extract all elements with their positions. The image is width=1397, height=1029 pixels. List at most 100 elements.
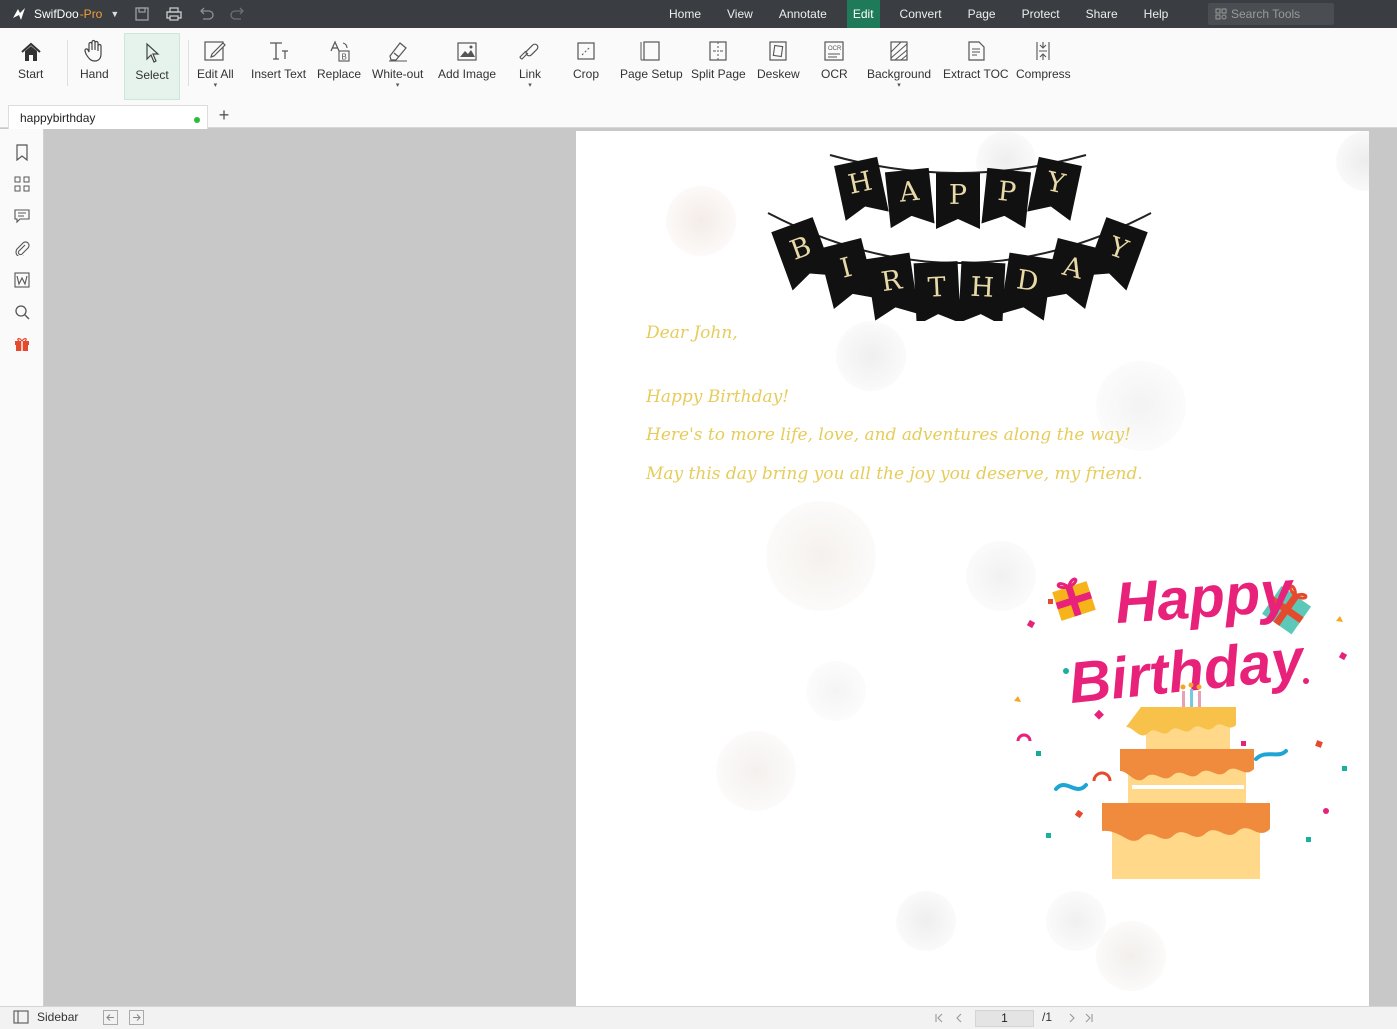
cursor-icon bbox=[143, 34, 161, 64]
bokeh-decoration bbox=[716, 731, 796, 811]
split-page-icon bbox=[706, 33, 730, 63]
first-page-icon[interactable] bbox=[934, 1013, 944, 1023]
banner-flag: I bbox=[818, 238, 877, 309]
banner-flag: H bbox=[958, 261, 1006, 321]
bokeh-decoration bbox=[1096, 921, 1166, 991]
link-button[interactable]: Link ▾ bbox=[518, 33, 542, 100]
menu-help[interactable]: Help bbox=[1131, 0, 1182, 28]
comments-icon[interactable] bbox=[12, 206, 32, 226]
add-image-button[interactable]: Add Image bbox=[438, 33, 496, 100]
menu-edit[interactable]: Edit bbox=[846, 0, 880, 28]
menu-share[interactable]: Share bbox=[1073, 0, 1131, 28]
banner-flag: A bbox=[884, 167, 935, 229]
undo-icon[interactable] bbox=[197, 5, 215, 23]
thumbnails-icon[interactable] bbox=[12, 174, 32, 194]
title-bar: SwifDoo -Pro ▼ Home View Annotate Edit C… bbox=[0, 0, 1397, 28]
word-count-icon[interactable] bbox=[12, 270, 32, 290]
add-tab-button[interactable]: + bbox=[216, 106, 232, 125]
replace-button[interactable]: B Replace bbox=[317, 33, 361, 100]
banner-flag: Y bbox=[1085, 217, 1148, 291]
search-tools-input[interactable]: Search Tools bbox=[1208, 3, 1334, 25]
bookmark-icon[interactable] bbox=[12, 142, 32, 162]
home-icon bbox=[20, 33, 42, 63]
app-edition: -Pro bbox=[79, 7, 103, 21]
document-tab[interactable]: happybirthday bbox=[8, 105, 208, 129]
ocr-icon: OCR bbox=[822, 33, 846, 63]
bokeh-decoration bbox=[896, 891, 956, 951]
next-page-icon[interactable] bbox=[1067, 1013, 1077, 1023]
banner-letter: T bbox=[927, 272, 947, 304]
compress-button[interactable]: Compress bbox=[1016, 33, 1071, 100]
hand-button[interactable]: Hand bbox=[80, 33, 109, 100]
letter-greeting[interactable]: Dear John, bbox=[646, 323, 738, 343]
banner-letter: P bbox=[949, 180, 967, 211]
banner-flag: R bbox=[865, 252, 919, 321]
search-tools-placeholder: Search Tools bbox=[1231, 7, 1301, 21]
menu-annotate[interactable]: Annotate bbox=[766, 0, 840, 28]
menu-page[interactable]: Page bbox=[955, 0, 1009, 28]
next-view-icon[interactable] bbox=[129, 1010, 144, 1025]
sidebar-panel-icon bbox=[13, 1010, 29, 1024]
eraser-icon bbox=[386, 33, 410, 63]
unsaved-indicator-icon bbox=[194, 117, 200, 123]
letter-line-2[interactable]: Here's to more life, love, and adventure… bbox=[646, 425, 1131, 445]
letter-line-1[interactable]: Happy Birthday! bbox=[646, 387, 789, 407]
attachment-icon[interactable] bbox=[12, 238, 32, 258]
menu-convert[interactable]: Convert bbox=[887, 0, 955, 28]
bokeh-decoration bbox=[836, 321, 906, 391]
edit-all-dropdown-icon[interactable]: ▾ bbox=[214, 82, 218, 90]
page-number-input[interactable]: 1 bbox=[975, 1010, 1034, 1027]
status-bar: Sidebar 1 /1 bbox=[0, 1006, 1397, 1029]
menu-home[interactable]: Home bbox=[656, 0, 714, 28]
edit-ribbon: Start Hand Select Edit All ▾ Insert Text… bbox=[0, 28, 1397, 103]
banner-letter: A bbox=[897, 176, 921, 209]
left-sidebar-rail bbox=[0, 129, 44, 1006]
toc-icon bbox=[964, 33, 988, 63]
extract-toc-button[interactable]: Extract TOC bbox=[943, 33, 1009, 100]
compress-icon bbox=[1031, 33, 1055, 63]
white-out-button[interactable]: White-out ▾ bbox=[372, 33, 423, 100]
banner-flag: D bbox=[1000, 252, 1054, 321]
white-out-dropdown-icon[interactable]: ▾ bbox=[396, 82, 400, 90]
total-pages-label: /1 bbox=[1042, 1010, 1053, 1024]
previous-page-icon[interactable] bbox=[954, 1013, 964, 1023]
last-page-icon[interactable] bbox=[1084, 1013, 1094, 1023]
select-button[interactable]: Select bbox=[124, 33, 180, 100]
redo-icon[interactable] bbox=[229, 5, 247, 23]
page-setup-button[interactable]: Page Setup bbox=[620, 33, 683, 100]
crop-button[interactable]: Crop bbox=[573, 33, 599, 100]
edit-all-button[interactable]: Edit All ▾ bbox=[197, 33, 234, 100]
document-tab-bar: happybirthday + bbox=[0, 103, 1397, 129]
sidebar-label: Sidebar bbox=[37, 1010, 79, 1024]
start-button[interactable]: Start bbox=[18, 33, 43, 100]
app-menu-dropdown-icon[interactable]: ▼ bbox=[110, 9, 119, 19]
gift-icon[interactable] bbox=[12, 334, 32, 354]
link-icon bbox=[518, 33, 542, 63]
cake-icon bbox=[1102, 682, 1270, 879]
swifdoo-logo-icon bbox=[10, 5, 28, 23]
previous-view-icon[interactable] bbox=[103, 1010, 118, 1025]
document-viewport[interactable]: HAPPYBIRTHDAY Dear John, Happy Birthday!… bbox=[45, 129, 1397, 1006]
link-dropdown-icon[interactable]: ▾ bbox=[528, 82, 532, 90]
save-icon[interactable] bbox=[133, 5, 151, 23]
background-button[interactable]: Background ▾ bbox=[867, 33, 931, 100]
document-tab-label: happybirthday bbox=[20, 110, 96, 125]
pdf-page[interactable]: HAPPYBIRTHDAY Dear John, Happy Birthday!… bbox=[576, 131, 1369, 1006]
search-tools-icon bbox=[1215, 8, 1227, 20]
menu-view[interactable]: View bbox=[714, 0, 766, 28]
background-dropdown-icon[interactable]: ▾ bbox=[897, 82, 901, 90]
image-icon bbox=[455, 33, 479, 63]
print-icon[interactable] bbox=[165, 5, 183, 23]
ocr-button[interactable]: OCR OCR bbox=[821, 33, 848, 100]
sidebar-toggle-button[interactable]: Sidebar bbox=[13, 1010, 78, 1024]
deskew-button[interactable]: Deskew bbox=[757, 33, 800, 100]
birthday-cake-graphic: Happy Birthday bbox=[1014, 559, 1348, 879]
page-setup-icon bbox=[639, 33, 663, 63]
split-page-button[interactable]: Split Page bbox=[691, 33, 746, 100]
search-icon[interactable] bbox=[12, 302, 32, 322]
happy-birthday-banner: H A P P YBI R T H D AY bbox=[767, 154, 1152, 321]
insert-text-button[interactable]: Insert Text bbox=[251, 33, 306, 100]
letter-line-3[interactable]: May this day bring you all the joy you d… bbox=[646, 464, 1143, 484]
menu-protect[interactable]: Protect bbox=[1009, 0, 1073, 28]
banner-letter: H bbox=[970, 272, 995, 304]
